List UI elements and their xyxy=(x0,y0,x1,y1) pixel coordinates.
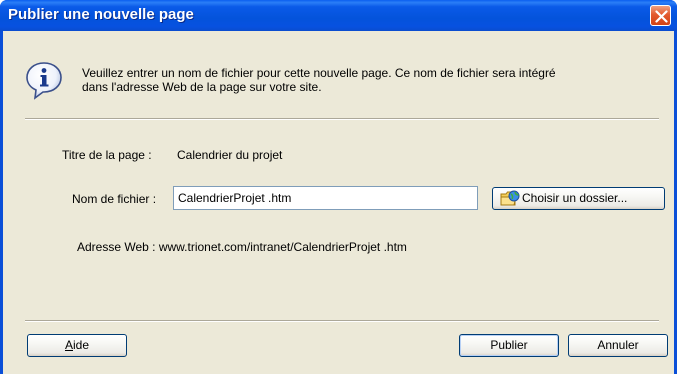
web-address: Adresse Web : www.trionet.com/intranet/C… xyxy=(77,240,407,254)
choose-folder-button[interactable]: Choisir un dossier... xyxy=(492,187,665,210)
web-address-label: Adresse Web : xyxy=(77,240,156,254)
separator-top xyxy=(25,118,659,120)
publish-button[interactable]: Publier xyxy=(459,334,559,357)
page-title-label: Titre de la page : xyxy=(62,148,152,162)
info-icon xyxy=(26,62,62,100)
info-line-2: dans l'adresse Web de la page sur votre … xyxy=(82,80,322,94)
info-message: Veuillez entrer un nom de fichier pour c… xyxy=(82,66,672,94)
help-button[interactable]: Aide xyxy=(27,334,127,357)
file-name-label: Nom de fichier : xyxy=(72,192,157,206)
separator-bottom xyxy=(25,320,659,322)
web-address-value: www.trionet.com/intranet/CalendrierProje… xyxy=(158,240,407,254)
dialog-title: Publier une nouvelle page xyxy=(8,6,194,23)
dialog-window: Publier une nouvelle page Veuillez entre… xyxy=(0,0,677,374)
dialog-body: Veuillez entrer un nom de fichier pour c… xyxy=(3,31,674,374)
choose-folder-label: Choisir un dossier... xyxy=(522,191,628,205)
page-title-value: Calendrier du projet xyxy=(177,148,283,162)
close-button[interactable] xyxy=(650,5,671,26)
file-name-input[interactable]: CalendrierProjet .htm xyxy=(173,186,478,210)
title-bar[interactable]: Publier une nouvelle page xyxy=(0,0,677,31)
folder-globe-icon xyxy=(500,190,520,206)
help-label-rest: ide xyxy=(73,338,90,352)
close-icon xyxy=(655,10,668,23)
info-line-1: Veuillez entrer un nom de fichier pour c… xyxy=(82,66,556,80)
cancel-button[interactable]: Annuler xyxy=(568,334,668,357)
help-mnemonic: A xyxy=(64,338,73,352)
